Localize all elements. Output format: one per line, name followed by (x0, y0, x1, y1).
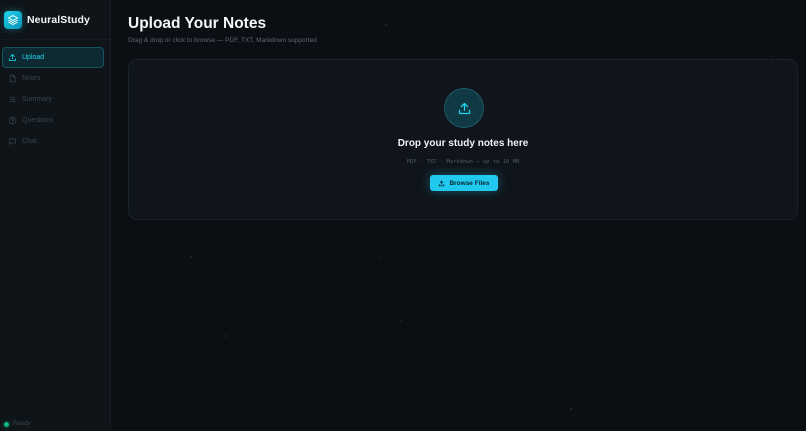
sidebar-item-label: Notes (22, 75, 41, 82)
upload-icon (7, 53, 17, 63)
sidebar-item-questions[interactable]: Questions (2, 110, 104, 131)
sidebar-item-summary[interactable]: Summary (2, 89, 104, 110)
upload-icon (438, 180, 445, 187)
page-subtitle: Drag & drop or click to browse — PDF, TX… (128, 37, 317, 44)
help-circle-icon (7, 116, 17, 126)
main-content: Upload Your Notes Drag & drop or click t… (111, 0, 806, 431)
file-icon (7, 74, 17, 84)
upload-icon (444, 88, 484, 128)
sidebar-item-chat[interactable]: Chat (2, 131, 104, 152)
file-dropzone[interactable]: Drop your study notes here PDF · TXT · M… (128, 59, 798, 220)
sidebar-item-notes[interactable]: Notes (2, 68, 104, 89)
layers-icon (4, 10, 22, 29)
browse-files-button[interactable]: Browse Files (430, 175, 498, 191)
browse-files-label: Browse Files (449, 179, 490, 187)
chat-icon (7, 137, 17, 147)
app-name: NeuralStudy (27, 13, 90, 26)
dropzone-hint: PDF · TXT · Markdown — up to 10 MB (406, 159, 520, 165)
sidebar-item-upload[interactable]: Upload (2, 47, 104, 68)
sidebar-item-label: Upload (22, 54, 45, 61)
app-window: NeuralStudy Upload Notes Summary Questio… (0, 0, 806, 431)
sidebar-item-label: Chat (22, 138, 37, 145)
status-label: Ready (13, 421, 31, 427)
sidebar-item-label: Questions (22, 117, 54, 124)
list-icon (7, 95, 17, 105)
sidebar-item-label: Summary (22, 96, 52, 103)
status-dot (4, 421, 9, 427)
brand: NeuralStudy (0, 0, 110, 40)
sidebar: NeuralStudy Upload Notes Summary Questio… (0, 0, 111, 431)
sidebar-nav: Upload Notes Summary Questions Chat (0, 40, 110, 152)
dropzone-title: Drop your study notes here (397, 138, 529, 149)
page-title: Upload Your Notes (128, 15, 267, 32)
status-indicator: Ready (4, 421, 30, 427)
